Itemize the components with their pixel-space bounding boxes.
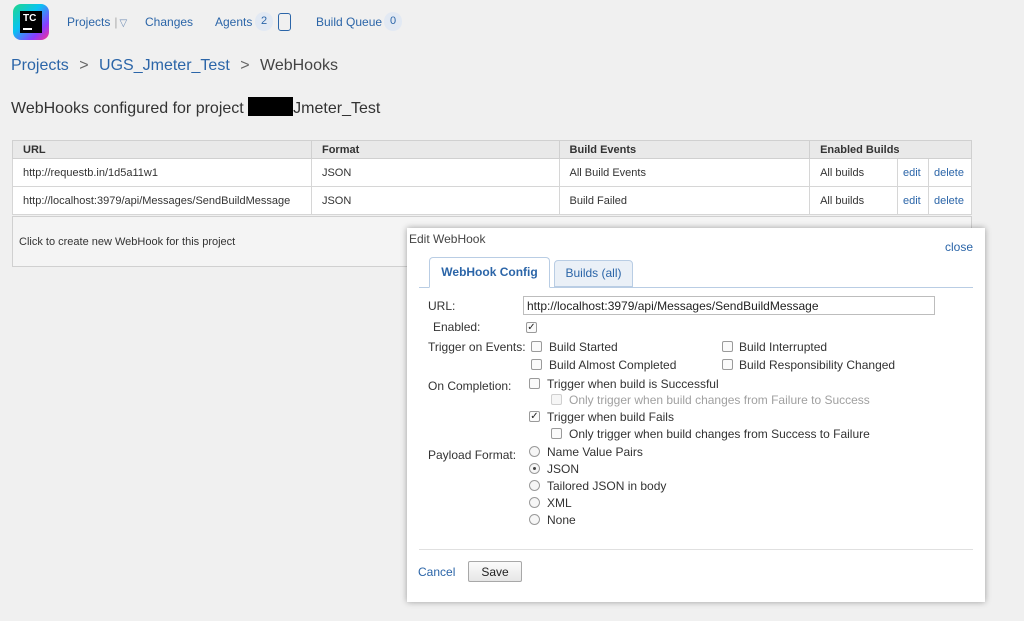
breadcrumb-separator: > [79,57,89,74]
payload-option-label[interactable]: XML [547,496,572,510]
cancel-link[interactable]: Cancel [418,565,455,579]
payload-radio-xml[interactable] [529,497,540,508]
build-started-checkbox[interactable] [531,341,542,352]
breadcrumb-project[interactable]: UGS_Jmeter_Test [99,57,230,74]
enabled-checkbox[interactable]: ✓ [526,322,537,333]
nav-projects-separator: | [114,15,118,29]
payload-format-label: Payload Format: [428,448,517,462]
only-success-to-failure-checkbox[interactable] [551,428,562,439]
build-almost-completed-checkbox[interactable] [531,359,542,370]
page-title-suffix: Jmeter_Test [293,100,381,117]
build-interrupted-checkbox[interactable] [722,341,733,352]
column-header-url: URL [12,140,312,159]
edit-webhook-dialog: Edit WebHook close WebHook Config Builds… [407,228,985,602]
webhooks-table: URL Format Build Events Enabled Builds h… [12,140,973,215]
nav-changes[interactable]: Changes [145,15,193,29]
agents-count-badge[interactable]: 2 [255,12,274,31]
trigger-events-label: Trigger on Events: [428,340,526,354]
build-started-label[interactable]: Build Started [549,340,618,354]
cell-url: http://localhost:3979/api/Messages/SendB… [12,186,312,215]
tab-builds[interactable]: Builds (all) [554,260,633,287]
payload-option-label[interactable]: None [547,513,576,527]
logo-box: TC [20,11,42,33]
table-header-row: URL Format Build Events Enabled Builds [12,140,972,159]
redacted-block [248,97,294,116]
table-row: http://localhost:3979/api/Messages/SendB… [12,186,973,215]
payload-option-label[interactable]: Name Value Pairs [547,445,643,459]
payload-option-label[interactable]: Tailored JSON in body [547,479,666,493]
tab-webhook-config[interactable]: WebHook Config [429,257,550,288]
nav-agents[interactable]: Agents [215,15,252,29]
cell-format: JSON [310,158,560,187]
edit-link[interactable]: edit [896,158,929,187]
page-title-prefix: WebHooks configured for project [11,100,244,117]
nav-projects[interactable]: Projects | ▽ [67,15,127,29]
teamcity-logo[interactable]: TC [13,4,49,40]
payload-radio-name-value-pairs[interactable] [529,446,540,457]
column-header-enabled-builds: Enabled Builds [809,140,972,159]
queue-count-badge[interactable]: 0 [384,12,403,31]
top-navigation: TC Projects | ▽ Changes Agents 2 Build Que… [0,0,1024,44]
payload-option-label[interactable]: JSON [547,462,579,476]
delete-link[interactable]: delete [927,158,973,187]
chevron-down-icon[interactable]: ▽ [119,18,127,29]
url-label: URL: [428,299,456,313]
table-row: http://requestb.in/1d5a11w1 JSON All Bui… [12,158,973,187]
payload-radio-tailored-json[interactable] [529,480,540,491]
trigger-fails-label[interactable]: Trigger when build Fails [547,410,674,424]
nav-build-queue[interactable]: Build Queue [316,15,382,29]
only-failure-to-success-label: Only trigger when build changes from Fai… [569,393,870,407]
trigger-successful-label[interactable]: Trigger when build is Successful [547,377,719,391]
nav-projects-label: Projects [67,15,111,29]
column-header-format: Format [310,140,560,159]
agent-icon[interactable] [278,13,291,31]
breadcrumb: Projects > UGS_Jmeter_Test > WebHooks [11,57,338,75]
breadcrumb-separator: > [240,57,250,74]
breadcrumb-projects[interactable]: Projects [11,57,69,74]
page-title: WebHooks configured for project Jmeter_T… [11,97,380,118]
on-completion-label: On Completion: [428,379,512,393]
cell-enabled-builds: All builds [809,186,898,215]
cell-enabled-builds: All builds [809,158,898,187]
close-link[interactable]: close [945,240,973,254]
build-almost-completed-label[interactable]: Build Almost Completed [549,358,676,372]
url-input[interactable] [523,296,935,315]
enabled-label: Enabled: [433,320,481,334]
create-webhook-text[interactable]: Click to create new WebHook for this pro… [19,236,235,248]
only-failure-to-success-checkbox [551,394,562,405]
cell-build-events: All Build Events [558,158,811,187]
dialog-footer-divider [419,549,973,550]
build-responsibility-changed-label[interactable]: Build Responsibility Changed [739,358,895,372]
edit-link[interactable]: edit [896,186,929,215]
save-button[interactable]: Save [468,561,522,582]
trigger-successful-checkbox[interactable] [529,378,540,389]
payload-radio-none[interactable] [529,514,540,525]
delete-link[interactable]: delete [927,186,973,215]
breadcrumb-current: WebHooks [260,57,338,74]
build-responsibility-changed-checkbox[interactable] [722,359,733,370]
column-header-build-events: Build Events [558,140,811,159]
only-success-to-failure-label[interactable]: Only trigger when build changes from Suc… [569,427,870,441]
trigger-fails-checkbox[interactable]: ✓ [529,411,540,422]
dialog-title: Edit WebHook [409,232,486,246]
cell-build-events: Build Failed [558,186,811,215]
payload-radio-json[interactable] [529,463,540,474]
build-interrupted-label[interactable]: Build Interrupted [739,340,827,354]
cell-url: http://requestb.in/1d5a11w1 [12,158,312,187]
logo-text: TC [23,13,37,24]
cell-format: JSON [310,186,560,215]
